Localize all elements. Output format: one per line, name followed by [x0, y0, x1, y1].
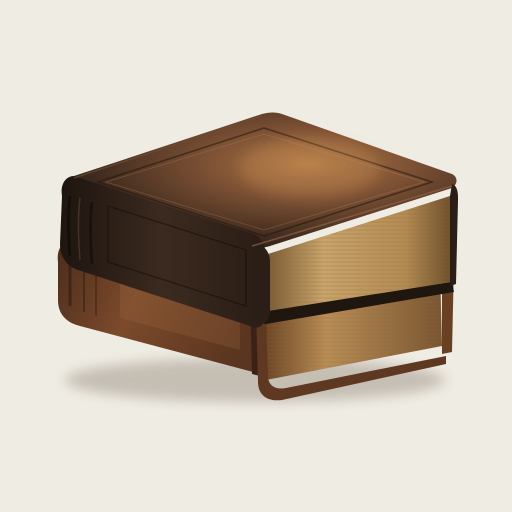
cover-highlight	[240, 138, 380, 198]
book-stack-icon	[0, 0, 512, 512]
app-icon[interactable]	[0, 0, 512, 512]
